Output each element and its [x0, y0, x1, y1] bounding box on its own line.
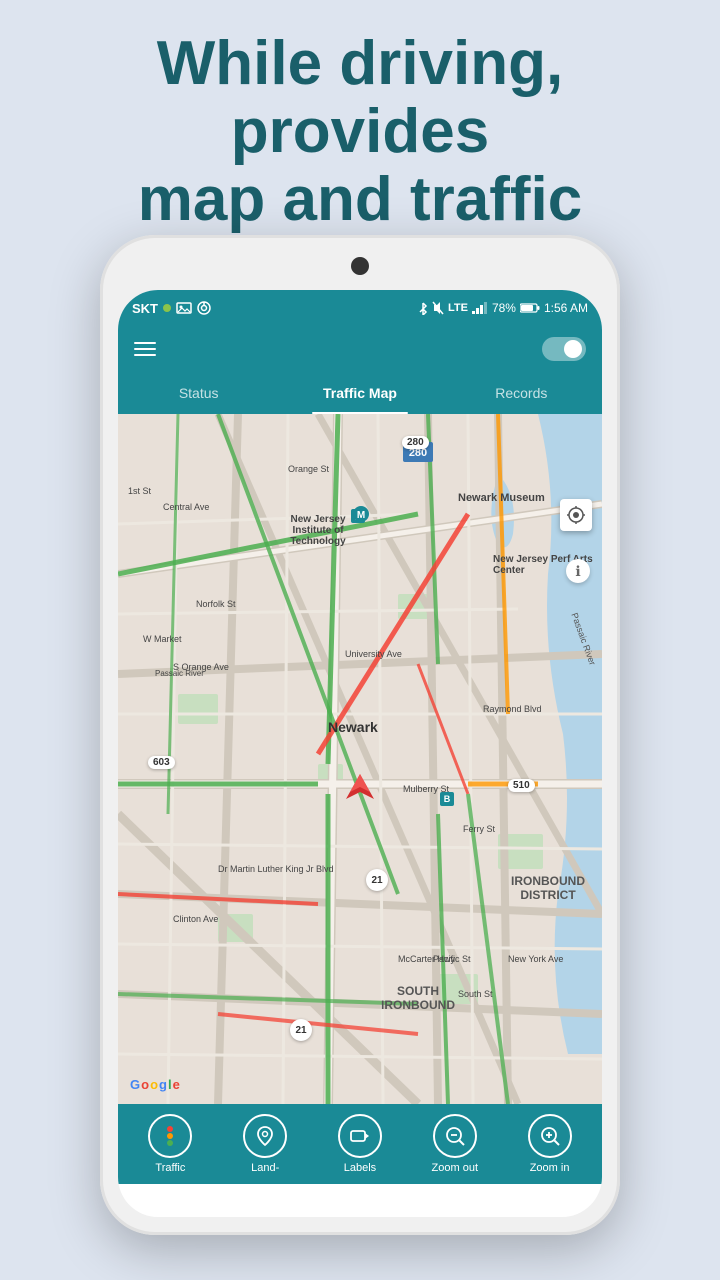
- labels-icon-circle: [338, 1114, 382, 1158]
- carrier-label: SKT: [132, 301, 158, 316]
- google-logo: Google: [130, 1077, 180, 1092]
- location-icon: [567, 506, 585, 524]
- svg-text:B: B: [444, 794, 451, 804]
- status-left: SKT: [132, 301, 211, 316]
- bottom-nav: Traffic Land-: [118, 1104, 602, 1184]
- map-area[interactable]: 280 B B M 1st St Central Ave Orange St N…: [118, 414, 602, 1104]
- headline-line1: While driving, provides: [30, 30, 690, 166]
- camera: [351, 257, 369, 275]
- location-button[interactable]: [560, 499, 592, 531]
- phone-screen: SKT: [118, 290, 602, 1217]
- traffic-icon: [159, 1125, 181, 1147]
- menu-button[interactable]: [134, 342, 156, 356]
- labels-icon: [349, 1125, 371, 1147]
- svg-text:M: M: [357, 510, 365, 521]
- bluetooth-icon: [418, 301, 428, 315]
- landmark-icon: [254, 1125, 276, 1147]
- network-type: LTE: [448, 302, 468, 314]
- tab-bar: Status Traffic Map Records: [118, 372, 602, 414]
- tab-status[interactable]: Status: [118, 372, 279, 414]
- battery-icon: [520, 302, 540, 314]
- app-toolbar: [118, 326, 602, 372]
- info-button[interactable]: ℹ: [566, 559, 590, 583]
- nav-traffic[interactable]: Traffic: [135, 1114, 205, 1174]
- nav-landmark[interactable]: Land-: [230, 1114, 300, 1174]
- mute-icon: [432, 301, 444, 315]
- route-280-badge: 280: [402, 436, 429, 449]
- route-21-badge-2: 21: [290, 1019, 312, 1041]
- route-603-badge: 603: [148, 756, 175, 769]
- battery-pct: 78%: [492, 301, 516, 315]
- zoom-out-icon: [444, 1125, 466, 1147]
- nav-zoom-in[interactable]: Zoom in: [515, 1114, 585, 1174]
- image-icon: [176, 301, 192, 315]
- zoom-in-icon: [539, 1125, 561, 1147]
- nav-traffic-label: Traffic: [155, 1162, 185, 1174]
- status-dot: [163, 304, 171, 312]
- status-bar: SKT: [118, 290, 602, 326]
- tab-records[interactable]: Records: [441, 372, 602, 414]
- toggle-knob: [564, 340, 582, 358]
- route-510-badge: 510: [508, 779, 535, 792]
- landmark-icon-circle: [243, 1114, 287, 1158]
- zoom-in-icon-circle: [528, 1114, 572, 1158]
- toggle-switch[interactable]: [542, 337, 586, 361]
- route-21-badge-1: 21: [366, 869, 388, 891]
- nav-landmark-label: Land-: [251, 1162, 279, 1174]
- time-display: 1:56 AM: [544, 301, 588, 315]
- nav-labels-label: Labels: [344, 1162, 376, 1174]
- nav-zoom-out[interactable]: Zoom out: [420, 1114, 490, 1174]
- traffic-icon-circle: [148, 1114, 192, 1158]
- nav-zoom-in-label: Zoom in: [530, 1162, 570, 1174]
- nav-labels[interactable]: Labels: [325, 1114, 395, 1174]
- status-right: LTE 78% 1:56 AM: [418, 301, 588, 315]
- phone-mockup: SKT: [100, 235, 620, 1235]
- map-svg: 280 B B M: [118, 414, 602, 1104]
- tab-traffic-map[interactable]: Traffic Map: [279, 372, 440, 414]
- media-icon: [197, 301, 211, 315]
- nav-zoom-out-label: Zoom out: [432, 1162, 478, 1174]
- zoom-out-icon-circle: [433, 1114, 477, 1158]
- signal-icon: [472, 302, 488, 314]
